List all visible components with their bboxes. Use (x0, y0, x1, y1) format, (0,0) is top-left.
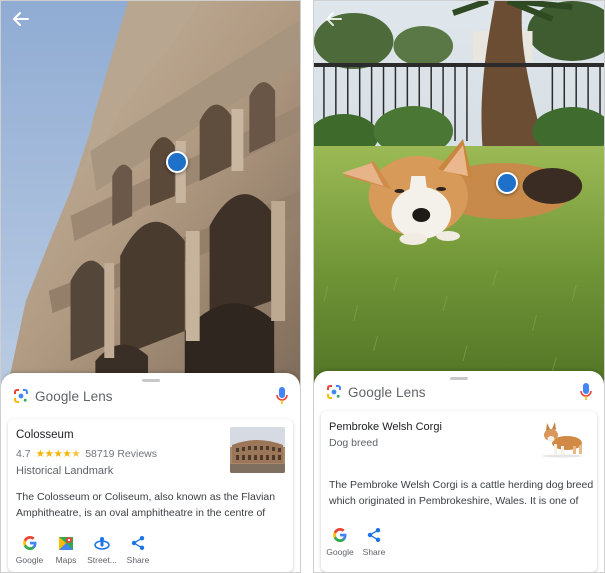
corgi-photo (314, 1, 604, 401)
microphone-icon[interactable] (274, 386, 290, 406)
action-label: Maps (55, 555, 77, 565)
back-arrow-icon[interactable] (324, 9, 344, 29)
share-button[interactable]: Share (120, 535, 156, 565)
action-row: Google Maps Street... Share (11, 535, 156, 565)
lens-title: Google Lens (35, 388, 113, 404)
street-view-icon (94, 535, 110, 551)
google-lens-logo-icon (326, 384, 342, 400)
google-search-button[interactable]: Google (11, 535, 48, 565)
detected-object-dot[interactable] (166, 151, 188, 173)
maps-icon (58, 535, 74, 551)
microphone-icon[interactable] (578, 382, 594, 402)
share-icon (130, 535, 146, 551)
result-description: The Pembroke Welsh Corgi is a cattle her… (329, 479, 594, 507)
result-title: Pembroke Welsh Corgi (329, 421, 442, 433)
phone-screen-corgi: Google Lens Pembroke Welsh Corgi Dog bre… (313, 0, 605, 573)
corgi-thumbnail[interactable] (537, 417, 587, 461)
share-icon (366, 527, 382, 543)
google-search-button[interactable]: Google (323, 527, 357, 557)
colosseum-photo (1, 1, 300, 401)
result-category: Historical Landmark (16, 465, 114, 477)
result-title: Colosseum (16, 429, 74, 441)
lens-header: Google Lens (326, 379, 594, 405)
google-icon (332, 527, 348, 543)
review-count[interactable]: 58719 Reviews (85, 448, 157, 460)
result-description: The Colosseum or Coliseum, also known as… (16, 491, 276, 519)
action-label: Street... (87, 555, 117, 565)
colosseum-thumbnail[interactable] (230, 427, 285, 473)
share-button[interactable]: Share (357, 527, 391, 557)
action-label: Share (362, 547, 386, 557)
phone-screen-colosseum: Google Lens Colosseum 4.7 ★★★★★ 58719 Re… (0, 0, 301, 573)
action-row: Google Share (323, 527, 391, 557)
lens-results-sheet: Google Lens Colosseum 4.7 ★★★★★ 58719 Re… (1, 373, 300, 572)
google-icon (22, 535, 38, 551)
sheet-drag-handle[interactable] (141, 379, 160, 382)
result-card-corgi[interactable]: Pembroke Welsh Corgi Dog breed The Pembr… (321, 411, 597, 572)
action-label: Google (15, 555, 44, 565)
lens-results-sheet: Google Lens Pembroke Welsh Corgi Dog bre… (314, 371, 604, 572)
back-arrow-icon[interactable] (11, 9, 31, 29)
result-category: Dog breed (329, 437, 379, 449)
action-label: Share (126, 555, 150, 565)
result-card-colosseum[interactable]: Colosseum 4.7 ★★★★★ 58719 Reviews Histor… (8, 419, 293, 572)
rating-row: 4.7 ★★★★★ 58719 Reviews (16, 448, 157, 460)
lens-header: Google Lens (13, 383, 290, 409)
maps-button[interactable]: Maps (48, 535, 84, 565)
detected-object-dot[interactable] (496, 172, 518, 194)
rating-value: 4.7 (16, 448, 31, 460)
lens-title: Google Lens (348, 384, 426, 400)
street-view-button[interactable]: Street... (84, 535, 120, 565)
action-label: Google (326, 547, 354, 557)
star-rating-icon: ★★★★★ (35, 448, 81, 460)
google-lens-logo-icon (13, 388, 29, 404)
